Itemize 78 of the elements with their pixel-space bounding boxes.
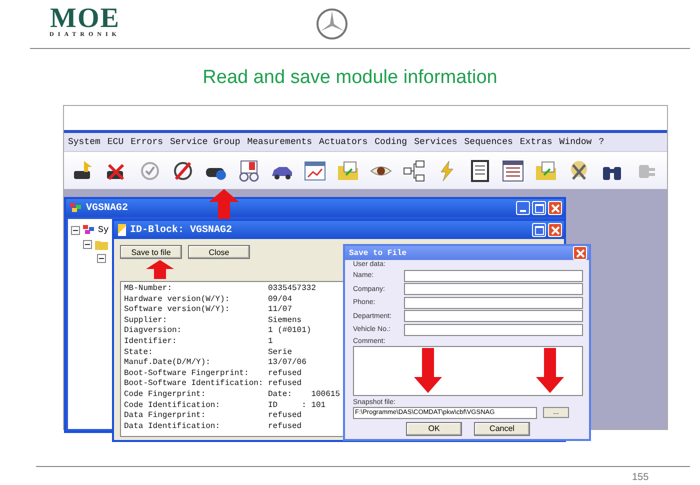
close-button[interactable] xyxy=(573,246,587,260)
dialog-button[interactable]: Cancel xyxy=(474,422,530,436)
field-label: Hardware version(W/Y): xyxy=(124,294,231,305)
menu-item[interactable]: Services xyxy=(414,137,458,147)
field-value: refused xyxy=(268,379,302,390)
field-value: Siemens xyxy=(268,316,302,326)
maximize-button[interactable] xyxy=(532,201,546,215)
field-label: Identifier: xyxy=(124,336,178,348)
minimize-button[interactable] xyxy=(516,201,530,215)
menu-item[interactable]: ECU xyxy=(107,137,124,147)
field-value: 09/04 xyxy=(268,294,292,305)
field-value: 0335457332 xyxy=(268,284,316,295)
field-label: Boot-Software Fingerprint: xyxy=(124,368,250,379)
field-value: ID : 101 xyxy=(268,400,326,411)
field-label: MB-Number: xyxy=(124,284,174,295)
field-label: Diagversion: xyxy=(124,326,183,337)
check-icon[interactable] xyxy=(138,159,162,183)
folder-icon[interactable] xyxy=(336,159,360,183)
field-value: 1 (#0101) xyxy=(268,326,312,337)
up-arrow-icon xyxy=(209,189,239,219)
field-label: Software version(W/Y): xyxy=(124,305,231,316)
list-icon[interactable] xyxy=(468,159,492,183)
folder-icon[interactable] xyxy=(534,159,558,183)
menu-item[interactable]: Measurements xyxy=(247,137,312,147)
menu-item[interactable]: Sequences xyxy=(464,137,513,147)
maximize-button[interactable] xyxy=(532,223,546,237)
window-title: ID-Block: VGSNAG2 xyxy=(130,224,232,236)
menu-item[interactable]: Service Group xyxy=(170,137,240,147)
down-arrow-icon xyxy=(536,348,564,393)
field-label: Code Identification: xyxy=(124,400,222,411)
input-field[interactable] xyxy=(404,324,583,336)
field-value: Serie xyxy=(268,348,292,358)
menu-item[interactable]: Coding xyxy=(374,137,408,147)
app-icon xyxy=(70,203,82,213)
grid-icon[interactable] xyxy=(501,159,525,183)
field-label: Data Identification: xyxy=(124,422,222,432)
field-label: Manuf.Date(D/M/Y): xyxy=(124,358,212,369)
field-label: Data Fingerprint: xyxy=(124,411,207,422)
close-button[interactable] xyxy=(548,201,562,215)
page-number: 155 xyxy=(632,472,649,483)
slide-title: Read and save module information xyxy=(202,67,498,90)
flow-icon[interactable] xyxy=(402,159,426,183)
tree-item[interactable]: Sy xyxy=(98,225,109,235)
field-value: 13/07/06 xyxy=(268,358,306,369)
dialog-button[interactable]: OK xyxy=(406,422,462,436)
field-label: Boot-Software Identification: xyxy=(124,379,264,390)
star-emblem-icon xyxy=(316,8,348,40)
input-field[interactable] xyxy=(404,296,583,309)
field-label: Code Fingerprint: xyxy=(124,390,207,401)
input-field[interactable] xyxy=(404,310,583,322)
down-arrow-icon xyxy=(414,348,442,393)
table-icon[interactable] xyxy=(303,159,327,183)
field-value: Date: 100615 xyxy=(268,390,340,401)
field-value: 11/07 xyxy=(268,305,292,316)
window-title: Save to File xyxy=(349,248,407,258)
comment-field[interactable] xyxy=(353,346,583,396)
input-field[interactable] xyxy=(404,270,583,282)
menu-item[interactable]: ? xyxy=(598,137,604,147)
field-label: State: xyxy=(124,348,154,358)
menu-item[interactable]: Window xyxy=(559,137,592,147)
menu-item[interactable]: Errors xyxy=(130,137,164,147)
dialog-button[interactable]: Save to file xyxy=(120,245,182,259)
menu-item[interactable]: Actuators xyxy=(319,137,368,147)
up-arrow-icon xyxy=(146,260,174,279)
field-label: Supplier: xyxy=(124,316,168,326)
close-button[interactable] xyxy=(548,223,562,237)
menu-item[interactable]: Extras xyxy=(520,137,552,147)
logo-text: MOE xyxy=(50,6,120,32)
field-value: refused xyxy=(268,411,302,422)
dialog-button[interactable]: Close xyxy=(188,245,250,259)
field-value: refused xyxy=(268,368,302,379)
app-icon xyxy=(83,225,95,235)
field-value: refused xyxy=(268,422,302,432)
field-value: 1 xyxy=(268,336,273,348)
app-icon xyxy=(118,224,126,236)
window-title: VGSNAG2 xyxy=(86,202,128,214)
input-field[interactable] xyxy=(404,283,583,296)
menu-item[interactable]: System xyxy=(68,137,100,147)
